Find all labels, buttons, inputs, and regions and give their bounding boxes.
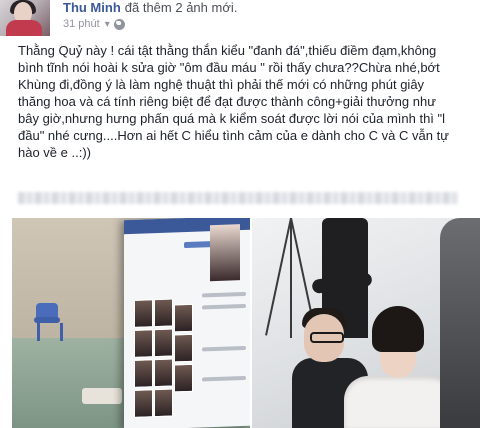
post-header: Thu Minh đã thêm 2 ảnh mới. — [63, 0, 237, 15]
post-body: Thằng Quỷ này ! cái tật thằng thắn kiểu … — [18, 42, 480, 161]
screen-text-line — [202, 303, 246, 310]
chevron-down-icon[interactable]: ▾ — [105, 19, 110, 30]
post-line: Khùng đi,đồng ý là làm nghệ thuật thì ph… — [18, 77, 425, 92]
post-meta: 31 phút ▾ — [63, 18, 125, 30]
blue-chair — [34, 303, 63, 341]
floor-clutter — [82, 388, 122, 404]
screen-text-line — [202, 375, 246, 382]
blurred-text-row — [18, 192, 458, 204]
screen-profile-photo — [210, 224, 240, 282]
timestamp-link[interactable]: 31 phút — [63, 18, 100, 30]
profile-avatar[interactable] — [0, 0, 50, 36]
screen-thumbnail-grid — [134, 298, 194, 420]
woman-figure — [344, 376, 454, 428]
post-line: bây giờ,nhưng hưng phấn quá mà k kiểm so… — [18, 111, 446, 126]
globe-icon[interactable] — [113, 18, 125, 30]
author-name-link[interactable]: Thu Minh — [63, 0, 121, 15]
glasses — [310, 332, 344, 343]
post-action-text: đã thêm 2 ảnh mới. — [124, 0, 238, 15]
post-line: thăng hoa và cá tính riêng biệt để đạt đ… — [18, 94, 436, 109]
avatar-body — [6, 20, 42, 36]
computer-screen — [124, 218, 250, 428]
post-line: bình tĩnh nói hoài k sửa giờ "ôm đầu máu… — [18, 60, 440, 75]
post-line: hào về e ..:)) — [18, 145, 91, 160]
post-line: đầu" nhé cưng....Hơn ai hết C hiểu tình … — [18, 128, 449, 143]
post-photo-right[interactable] — [252, 218, 480, 428]
foreground-figure — [440, 218, 480, 428]
post-photo-left[interactable] — [12, 218, 250, 428]
post-line: Thằng Quỷ này ! cái tật thằng thắn kiểu … — [18, 43, 437, 58]
screen-text-line — [202, 345, 246, 352]
woman-hair — [372, 306, 424, 352]
screen-text-line — [202, 291, 246, 298]
